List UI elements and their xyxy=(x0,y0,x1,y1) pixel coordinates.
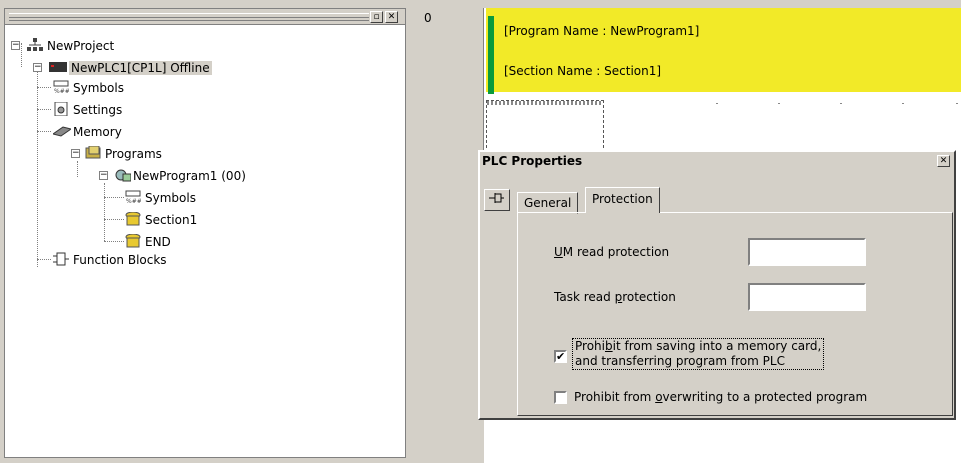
project-tree-pane: ▫ ✕ − NewProject − NewPLC1[CP1L] Offline xyxy=(4,8,406,458)
tree-item-label: END xyxy=(145,235,171,249)
prohibit-save-checkbox[interactable]: ✔ xyxy=(554,350,567,363)
plc-device-icon xyxy=(49,60,67,74)
tree-item-label: Programs xyxy=(105,147,162,161)
section-name-text: [Section Name : Section1] xyxy=(504,64,662,78)
tree-item-settings[interactable]: Settings xyxy=(53,101,122,119)
tree-item-label: Memory xyxy=(73,125,122,139)
close-button[interactable]: ✕ xyxy=(937,155,950,167)
task-read-protection-input[interactable] xyxy=(748,283,866,311)
svg-text:%##: %## xyxy=(126,198,141,204)
plc-properties-dialog: PLC Properties ✕ General UM read protect… xyxy=(478,150,956,420)
protection-tab-panel: UM read protection Task read protection … xyxy=(517,212,953,416)
task-read-label: Task read protection xyxy=(554,290,676,304)
tree-item-label: Function Blocks xyxy=(73,253,167,267)
tree-item-programs[interactable]: − Programs xyxy=(71,145,162,163)
tree-item-section1[interactable]: Section1 xyxy=(125,211,197,229)
left-power-rail xyxy=(488,16,494,94)
program-name-text: [Program Name : NewProgram1] xyxy=(504,24,700,38)
tree-item-label: NewProject xyxy=(47,39,115,53)
project-network-icon xyxy=(27,38,43,52)
collapse-toggle[interactable]: − xyxy=(33,63,42,72)
section-icon xyxy=(125,211,141,226)
tree-item-memory[interactable]: Memory xyxy=(51,123,122,141)
tab-protection[interactable]: Protection xyxy=(585,187,660,213)
pin-button[interactable] xyxy=(484,189,510,211)
tree-item-symbols[interactable]: %## Symbols xyxy=(53,79,124,97)
settings-icon xyxy=(53,101,69,117)
prohibit-save-label[interactable]: Prohibit from saving into a memory card,… xyxy=(572,338,825,370)
tree-item-plc[interactable]: − NewPLC1[CP1L] Offline xyxy=(33,59,212,77)
pin-icon xyxy=(489,193,504,203)
dialog-titlebar[interactable]: PLC Properties ✕ xyxy=(480,152,954,171)
tree-item-newprogram1[interactable]: − NewProgram1 (00) xyxy=(99,167,246,185)
svg-text:%##: %## xyxy=(54,88,69,94)
dialog-title: PLC Properties xyxy=(482,154,583,168)
tree-item-end[interactable]: END xyxy=(125,233,171,251)
prohibit-overwrite-checkbox[interactable] xyxy=(554,391,567,404)
section-icon xyxy=(125,233,141,248)
collapse-toggle[interactable]: − xyxy=(71,149,80,158)
um-read-label: UM read protection xyxy=(554,245,670,259)
tree-item-label: Section1 xyxy=(145,213,198,227)
pane-close-button[interactable]: ✕ xyxy=(385,11,398,23)
um-read-protection-input[interactable] xyxy=(748,238,866,266)
tree-item-label: Symbols xyxy=(145,191,196,205)
rung-gutter: 0 xyxy=(416,8,484,168)
pane-grip[interactable] xyxy=(9,13,369,21)
tree-item-label: NewProgram1 (00) xyxy=(133,169,246,183)
collapse-toggle[interactable]: − xyxy=(11,41,20,50)
programs-icon xyxy=(85,145,101,160)
tree-item-label: Settings xyxy=(73,103,123,117)
symbols-icon: %## xyxy=(125,190,142,205)
collapse-toggle[interactable]: − xyxy=(99,171,108,180)
prohibit-overwrite-label[interactable]: Prohibit from overwriting to a protected… xyxy=(574,390,867,405)
tree-pane-titlebar: ▫ ✕ xyxy=(5,9,405,25)
tree-item-label: Symbols xyxy=(73,81,124,95)
tree-item-newproject[interactable]: − NewProject xyxy=(11,37,114,55)
program-icon xyxy=(113,168,132,182)
tab-general[interactable]: General xyxy=(517,192,579,214)
tree-item-program-symbols[interactable]: %## Symbols xyxy=(125,189,196,207)
memory-chip-icon xyxy=(51,124,73,138)
program-header-band xyxy=(486,8,961,92)
rung-gutter-lower xyxy=(416,168,484,463)
tree-item-label: NewPLC1[CP1L] Offline xyxy=(69,61,212,75)
symbols-icon: %## xyxy=(53,80,70,95)
function-blocks-icon xyxy=(53,252,69,266)
pane-maximize-button[interactable]: ▫ xyxy=(370,11,383,23)
rung-number: 0 xyxy=(424,11,432,25)
tree-item-function-blocks[interactable]: Function Blocks xyxy=(53,251,167,269)
